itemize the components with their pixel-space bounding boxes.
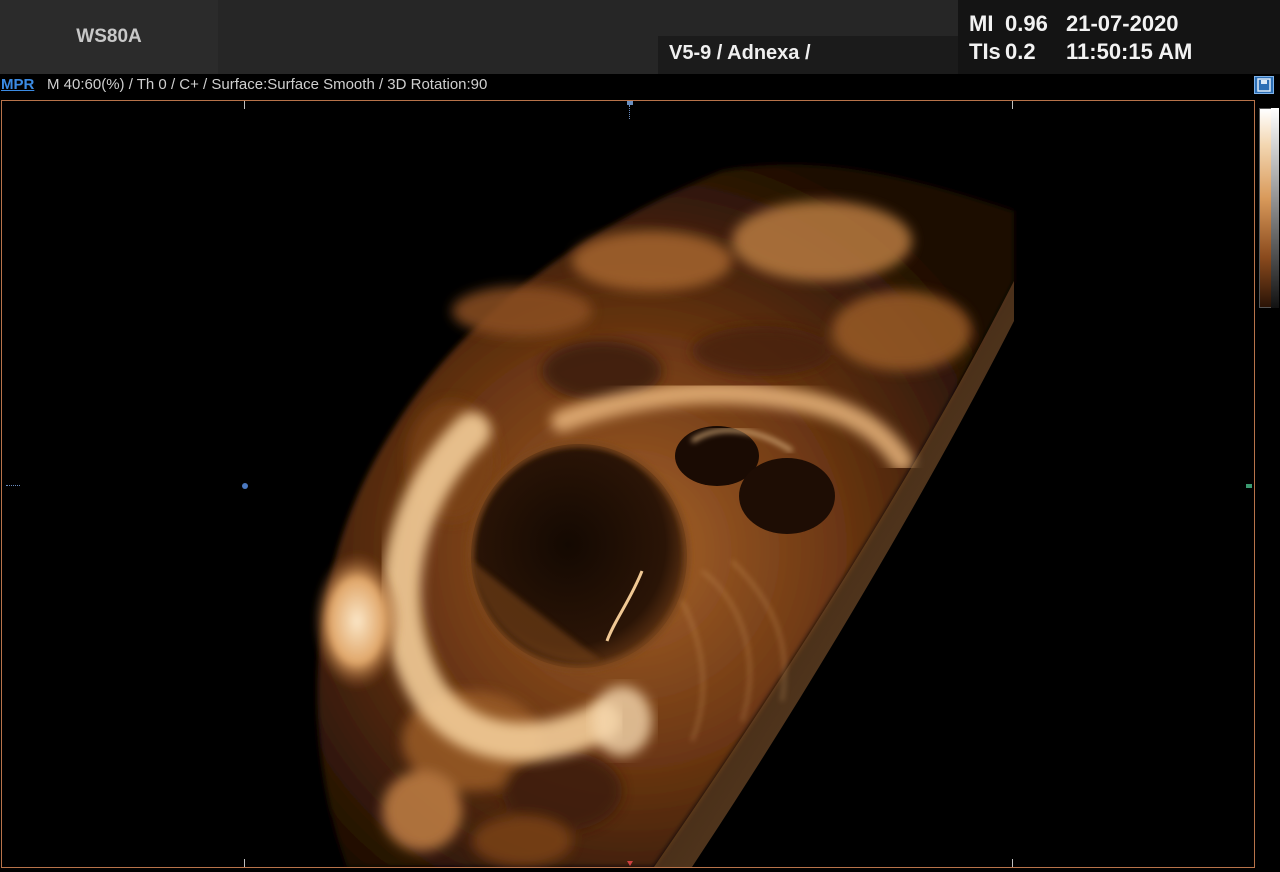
model-name: WS80A [76, 26, 142, 47]
exam-time: 11:50:15 AM [1066, 39, 1193, 64]
tis-value: 0.2 [1005, 39, 1036, 64]
roi-corner-br [1002, 859, 1013, 867]
probe-preset: V5-9 / Adnexa / [669, 42, 811, 64]
axis-marker-left[interactable] [242, 483, 248, 489]
mi-value: 0.96 [1005, 11, 1048, 36]
axis-marker-top [627, 101, 633, 105]
tis-label: TIs [969, 39, 1001, 64]
render-parameters: M 40:60(%) / Th 0 / C+ / Surface:Surface… [47, 76, 488, 93]
exam-date: 21-07-2020 [1066, 11, 1179, 36]
center-line-top [629, 105, 630, 119]
model-box: WS80A [0, 0, 218, 74]
roi-corner-tl [244, 101, 245, 109]
roi-corner-bl [244, 859, 255, 867]
top-header: WS80A V5-9 / Adnexa / MI 0.96 TIs 0.2 21… [0, 0, 1280, 74]
ultrasound-3d-render[interactable] [1, 100, 1255, 868]
roi-corner-tr [1012, 101, 1013, 109]
mi-label: MI [969, 11, 994, 36]
center-line-left [6, 485, 20, 486]
ultrasound-image [312, 164, 1014, 867]
floppy-disk-icon [1257, 78, 1271, 92]
save-icon[interactable] [1254, 76, 1274, 94]
axis-marker-bottom [627, 861, 633, 866]
mpr-tab[interactable]: MPR [1, 76, 34, 93]
axis-marker-right [1246, 484, 1252, 488]
gray-map-bar [1271, 108, 1279, 308]
